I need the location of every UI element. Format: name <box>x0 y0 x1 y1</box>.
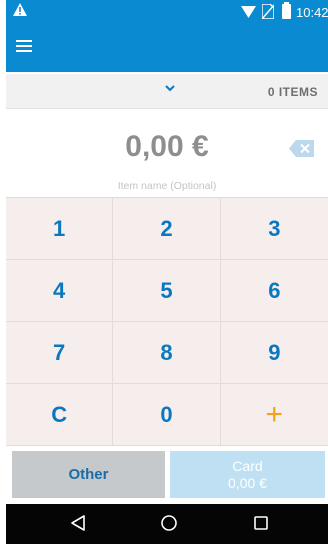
key-5[interactable]: 5 <box>113 260 221 322</box>
key-7[interactable]: 7 <box>6 322 114 384</box>
app-bar <box>6 24 328 72</box>
key-8[interactable]: 8 <box>113 322 221 384</box>
status-time: 10:42 <box>296 5 328 20</box>
key-3[interactable]: 3 <box>220 198 328 260</box>
key-clear[interactable]: C <box>6 384 114 446</box>
key-6[interactable]: 6 <box>220 260 328 322</box>
amount-display: 0,00 € <box>125 130 209 163</box>
hamburger-menu-icon[interactable] <box>16 40 32 54</box>
recents-square-icon[interactable] <box>253 514 269 532</box>
home-circle-icon[interactable] <box>160 514 178 532</box>
warning-icon <box>13 3 27 16</box>
item-name-field[interactable]: Item name (Optional) <box>6 180 328 192</box>
no-sim-icon <box>262 4 274 19</box>
status-bar: 10:42 <box>6 0 328 24</box>
key-2[interactable]: 2 <box>113 198 221 260</box>
back-triangle-icon[interactable] <box>70 514 86 532</box>
items-count[interactable]: 0 ITEMS <box>268 85 318 99</box>
key-9[interactable]: 9 <box>220 322 328 384</box>
other-button-label: Other <box>68 466 109 483</box>
wifi-icon <box>241 6 256 18</box>
other-payment-button[interactable]: Other <box>12 451 165 498</box>
battery-icon <box>282 2 291 19</box>
key-plus[interactable]: + <box>220 384 328 446</box>
key-0[interactable]: 0 <box>113 384 221 446</box>
system-nav-bar <box>6 504 328 544</box>
chevron-down-icon[interactable] <box>164 83 176 93</box>
key-4[interactable]: 4 <box>6 260 114 322</box>
card-payment-button[interactable]: Card 0,00 € <box>170 451 325 498</box>
card-button-label: Card <box>232 457 263 474</box>
keypad: 1 2 3 4 5 6 7 8 9 C 0 + <box>6 197 328 446</box>
key-1[interactable]: 1 <box>6 198 114 260</box>
filter-bar: 0 ITEMS <box>6 74 328 109</box>
card-button-amount: 0,00 € <box>228 474 267 491</box>
backspace-icon[interactable] <box>289 140 314 157</box>
